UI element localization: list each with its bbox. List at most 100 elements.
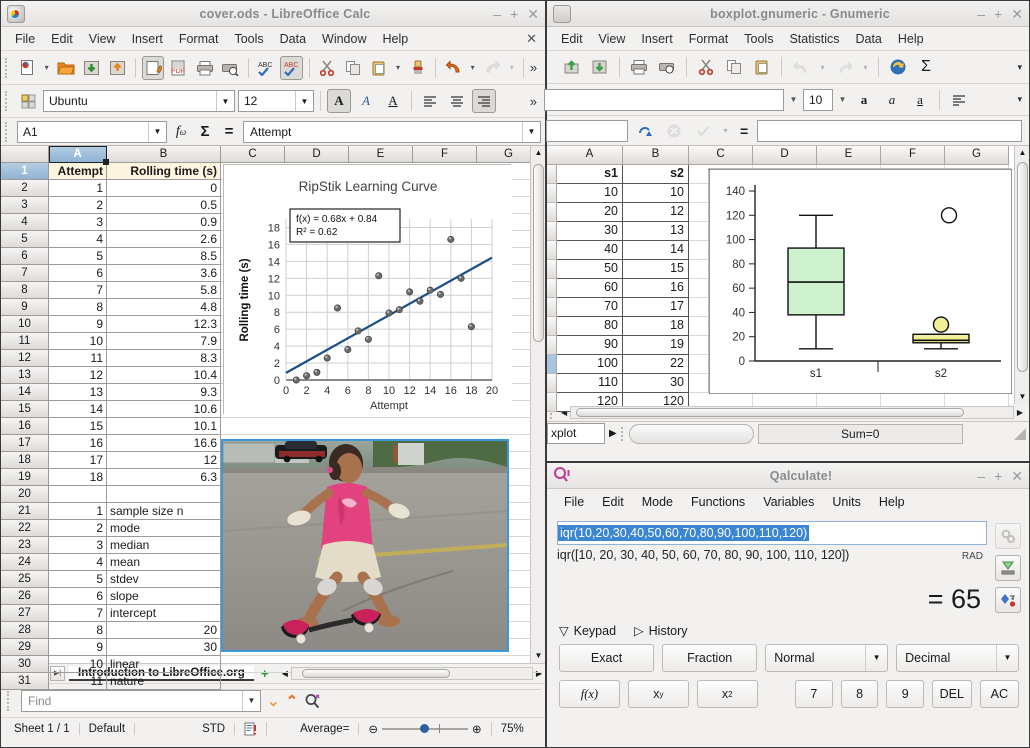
cell-b[interactable]: 9.3: [107, 384, 221, 401]
cell-empty[interactable]: [221, 418, 285, 435]
print-icon[interactable]: [193, 56, 216, 80]
ripstik-photo[interactable]: [221, 439, 509, 652]
cell-a[interactable]: 10: [49, 333, 107, 350]
cell-a[interactable]: 9: [49, 316, 107, 333]
row-header[interactable]: 2: [1, 180, 49, 197]
gnumeric-toolbar-overflow-caret[interactable]: ▾: [1017, 62, 1026, 73]
gn-row-header[interactable]: [547, 317, 557, 336]
q-menu-file[interactable]: File: [555, 493, 593, 511]
keypad-disclosure[interactable]: ▽ Keypad: [559, 623, 616, 639]
font-name-combobox[interactable]: Ubuntu ▼: [43, 90, 235, 112]
search-input[interactable]: Find ▼: [21, 689, 261, 712]
undo-icon[interactable]: [442, 56, 465, 80]
cell-a[interactable]: 11: [49, 350, 107, 367]
gnumeric-menu-view[interactable]: View: [591, 30, 634, 48]
row-header[interactable]: 8: [1, 282, 49, 299]
digit-8-key[interactable]: 8: [840, 680, 879, 708]
find-and-replace-icon[interactable]: [304, 693, 322, 709]
q-menu-functions[interactable]: Functions: [682, 493, 754, 511]
sum-icon[interactable]: Σ: [195, 123, 215, 140]
align-right-icon[interactable]: [472, 89, 496, 113]
cell-b[interactable]: 7.9: [107, 333, 221, 350]
gn-row-header[interactable]: [547, 222, 557, 241]
gn-cell-b[interactable]: 13: [623, 222, 689, 241]
qalculate-maximize-button[interactable]: +: [994, 468, 1002, 484]
menu-view[interactable]: View: [81, 30, 124, 48]
q-menu-variables[interactable]: Variables: [754, 493, 823, 511]
gn-cell-b[interactable]: s2: [623, 165, 689, 184]
autospellcheck-icon[interactable]: ABC: [280, 55, 303, 80]
cell-a[interactable]: 6: [49, 265, 107, 282]
redo-icon[interactable]: [481, 56, 504, 80]
gn-cell-b[interactable]: 18: [623, 317, 689, 336]
open-icon[interactable]: [55, 56, 78, 80]
toolbar-overflow-chevron[interactable]: »: [530, 60, 541, 75]
gn-hscroll-thumb[interactable]: [575, 408, 965, 417]
menu-window[interactable]: Window: [314, 30, 374, 48]
q-menu-edit[interactable]: Edit: [593, 493, 633, 511]
gnumeric-fontsize-box[interactable]: 10: [803, 88, 833, 111]
convert-icon[interactable]: [995, 587, 1021, 613]
document-modified-icon[interactable]: [235, 721, 268, 736]
cell-a[interactable]: 3: [49, 537, 107, 554]
gn-column-header-d[interactable]: D: [753, 146, 817, 165]
styles-icon[interactable]: [16, 89, 40, 113]
gn-cell-a[interactable]: 70: [557, 298, 623, 317]
new-dropdown-caret[interactable]: ▾: [41, 63, 51, 72]
digit-9-key[interactable]: 9: [886, 680, 925, 708]
cell-b[interactable]: mode: [107, 520, 221, 537]
gn-row-header[interactable]: [547, 260, 557, 279]
gn-cell-b[interactable]: 14: [623, 241, 689, 260]
gn-cell-a[interactable]: 90: [557, 336, 623, 355]
close-document-icon[interactable]: ✕: [526, 31, 537, 47]
row-header[interactable]: 3: [1, 197, 49, 214]
cell-b[interactable]: median: [107, 537, 221, 554]
cell-empty[interactable]: [285, 418, 349, 435]
bold-icon[interactable]: A: [327, 89, 351, 113]
cell-a[interactable]: 14: [49, 401, 107, 418]
cell-a[interactable]: 5: [49, 248, 107, 265]
gn-cell-a[interactable]: s1: [557, 165, 623, 184]
gn-cell-a[interactable]: 10: [557, 184, 623, 203]
gn-cell-b[interactable]: 19: [623, 336, 689, 355]
toolbar-grip[interactable]: [5, 57, 11, 78]
q-menu-units[interactable]: Units: [823, 493, 869, 511]
row-header[interactable]: 22: [1, 520, 49, 537]
equals-icon[interactable]: =: [219, 123, 239, 140]
cell-a[interactable]: 15: [49, 418, 107, 435]
cell-a[interactable]: 1: [49, 503, 107, 520]
row-header[interactable]: 12: [1, 350, 49, 367]
paste-dropdown-caret[interactable]: ▾: [393, 63, 403, 72]
formula-input-line[interactable]: Attempt ▼: [243, 120, 541, 143]
cell-b[interactable]: 20: [107, 622, 221, 639]
cell-a[interactable]: 5: [49, 571, 107, 588]
calc-maximize-button[interactable]: +: [510, 6, 518, 22]
square-key[interactable]: x2: [696, 680, 758, 708]
formatbar-overflow-chevron[interactable]: »: [530, 94, 541, 109]
italic-icon[interactable]: A: [354, 89, 378, 113]
menu-file[interactable]: File: [7, 30, 43, 48]
undo-dropdown-caret[interactable]: ▾: [468, 63, 478, 72]
gn-column-header-g[interactable]: G: [945, 146, 1009, 165]
cell-a[interactable]: Attempt: [49, 163, 107, 180]
gnumeric-cell-entry[interactable]: [757, 119, 1022, 142]
gnumeric-close-button[interactable]: ✕: [1011, 6, 1023, 23]
find-previous-icon[interactable]: ⌃: [286, 692, 299, 710]
scroll-up-arrow[interactable]: ▲: [531, 146, 546, 160]
row-header[interactable]: 10: [1, 316, 49, 333]
print-preview-icon[interactable]: [655, 55, 679, 79]
paste-icon[interactable]: [750, 55, 774, 79]
column-header-f[interactable]: F: [413, 146, 477, 162]
cell-b[interactable]: 6.3: [107, 469, 221, 486]
row-header[interactable]: 23: [1, 537, 49, 554]
gn-scroll-up-arrow[interactable]: ▲: [1015, 146, 1030, 160]
sum-icon[interactable]: Σ: [914, 55, 938, 79]
gn-cell-a[interactable]: 20: [557, 203, 623, 222]
cell-a[interactable]: 12: [49, 367, 107, 384]
font-size-caret[interactable]: ▼: [295, 91, 313, 111]
row-header[interactable]: 6: [1, 248, 49, 265]
edit-mode-icon[interactable]: [141, 55, 165, 80]
cell-b[interactable]: stdev: [107, 571, 221, 588]
gn-hscroll-track[interactable]: [570, 406, 1014, 419]
calc-window-controls[interactable]: – + ✕: [493, 1, 539, 27]
